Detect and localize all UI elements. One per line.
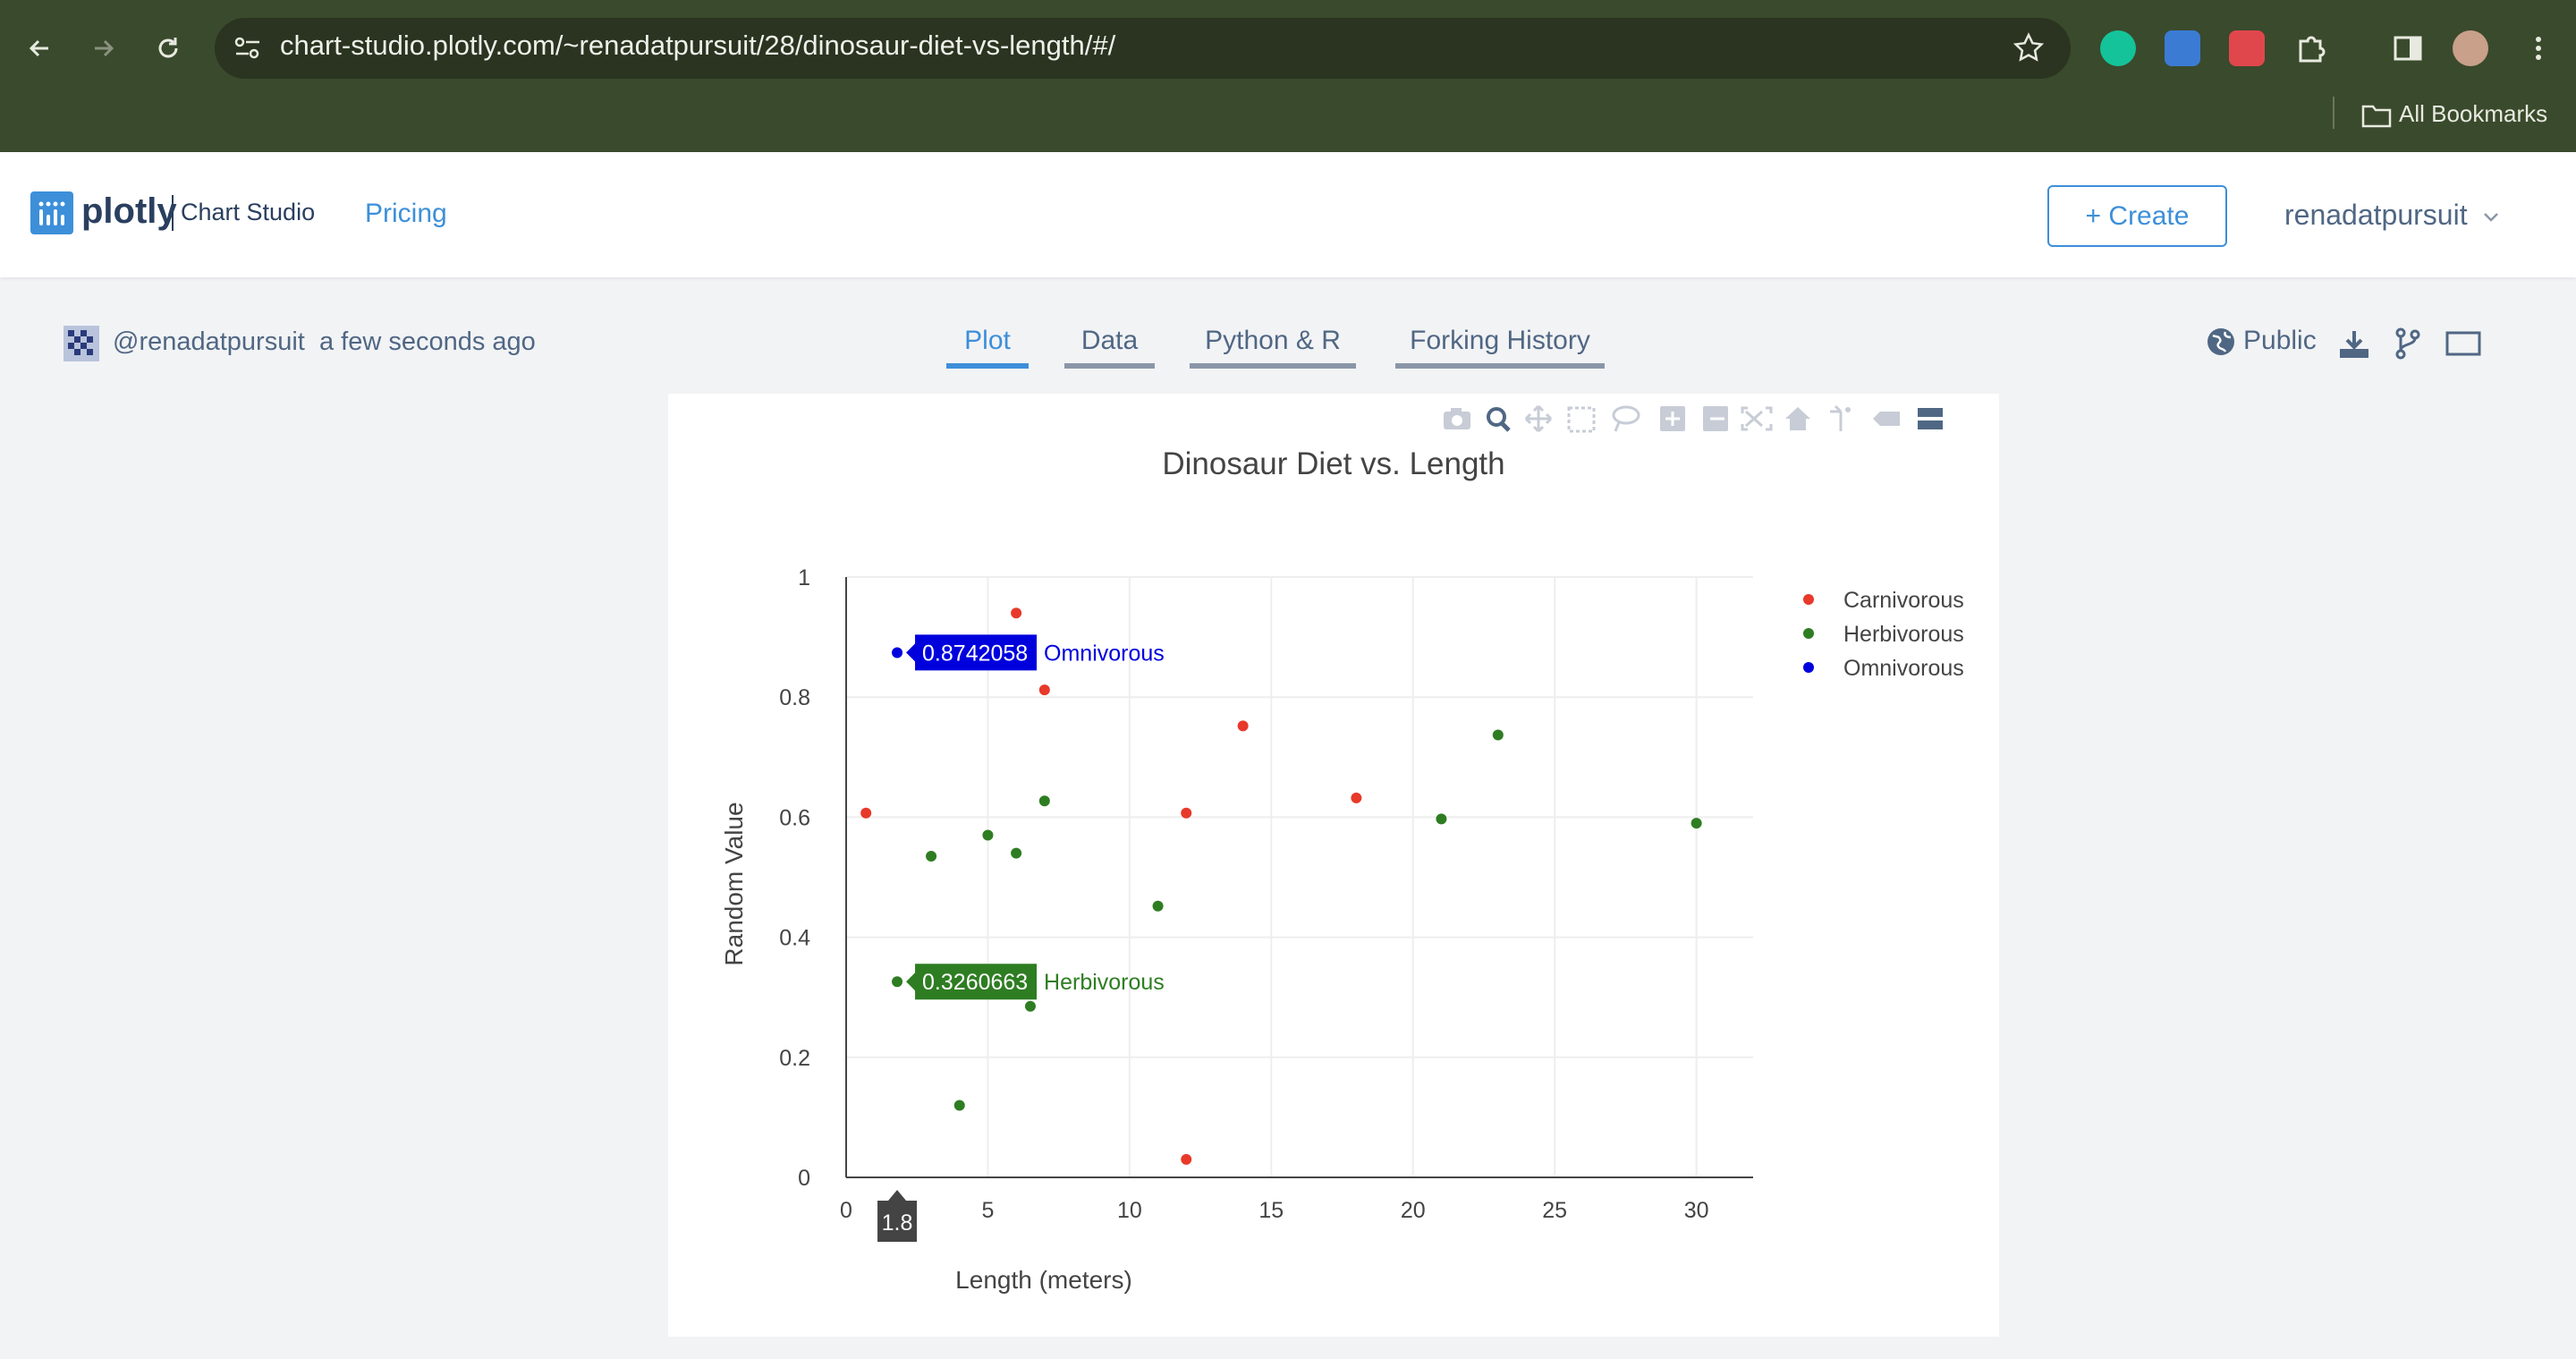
hover-value: 0.8742058 bbox=[922, 641, 1028, 666]
scatter-chart: Dinosaur Diet vs. Length 0 5 10 15 20 25 30 0 0.… bbox=[720, 446, 1964, 1294]
grammarly-icon[interactable] bbox=[2100, 30, 2136, 66]
legend-label-omnivorous: Omnivorous bbox=[1843, 656, 1964, 681]
data-point-carnivorous bbox=[1181, 807, 1192, 819]
hover-series-name: Herbivorous bbox=[1044, 970, 1165, 995]
more-vertical-icon[interactable] bbox=[2521, 30, 2556, 66]
data-point-herbivorous bbox=[1492, 729, 1504, 741]
y-tick-label: 0.6 bbox=[779, 805, 810, 830]
user-menu[interactable]: renadatpursuit bbox=[2284, 199, 2500, 232]
legend-label-carnivorous: Carnivorous bbox=[1843, 588, 1964, 613]
hover-x-value: 1.8 bbox=[882, 1210, 913, 1236]
data-point-omnivorous bbox=[892, 647, 903, 658]
folder-icon bbox=[2361, 105, 2392, 128]
y-tick-label: 0.2 bbox=[779, 1046, 810, 1071]
toolbar-divider bbox=[2333, 97, 2334, 129]
y-tick-label: 0 bbox=[798, 1166, 810, 1191]
reload-icon[interactable] bbox=[140, 20, 197, 77]
legend-marker-herbivorous bbox=[1803, 628, 1814, 639]
visibility-toggle[interactable]: Public bbox=[2206, 326, 2317, 357]
data-point-carnivorous bbox=[1038, 684, 1050, 696]
download-icon[interactable] bbox=[2336, 326, 2372, 361]
x-axis-title: Length (meters) bbox=[955, 1266, 1132, 1294]
data-point-herbivorous bbox=[1152, 900, 1164, 912]
plotly-logo-icon[interactable] bbox=[30, 191, 73, 234]
x-tick-label: 20 bbox=[1401, 1198, 1426, 1223]
site-header: plotly Chart Studio Pricing + Create ren… bbox=[0, 152, 2576, 277]
data-point-herbivorous bbox=[1436, 813, 1447, 825]
tab-python-r[interactable]: Python & R bbox=[1190, 326, 1356, 369]
author-handle[interactable]: @renadatpursuit bbox=[113, 327, 305, 356]
data-point-carnivorous bbox=[860, 807, 872, 819]
extension-icon[interactable] bbox=[2165, 30, 2200, 66]
x-tick-label: 0 bbox=[840, 1198, 852, 1223]
timestamp: a few seconds ago bbox=[318, 327, 536, 356]
legend-marker-carnivorous bbox=[1803, 594, 1814, 605]
data-point-herbivorous bbox=[982, 829, 994, 841]
data-point-herbivorous bbox=[1024, 1000, 1036, 1012]
data-point-herbivorous bbox=[1038, 795, 1050, 807]
pricing-link[interactable]: Pricing bbox=[365, 199, 447, 229]
data-point-carnivorous bbox=[1181, 1153, 1192, 1165]
data-point-carnivorous bbox=[1011, 607, 1022, 619]
legend-label-herbivorous: Herbivorous bbox=[1843, 622, 1964, 647]
site-settings-icon[interactable] bbox=[233, 34, 263, 63]
tab-data[interactable]: Data bbox=[1064, 326, 1155, 369]
data-point-carnivorous bbox=[1351, 792, 1362, 803]
hover-labels: 0.8742058 Omnivorous 0.3260663 Herbivorous 1… bbox=[877, 634, 1165, 1242]
profile-avatar-icon[interactable] bbox=[2453, 30, 2488, 66]
y-tick-label: 1 bbox=[798, 565, 810, 590]
logo-divider bbox=[172, 195, 174, 231]
chart-title: Dinosaur Diet vs. Length bbox=[1162, 446, 1504, 481]
url-text: chart-studio.plotly.com/~renadatpursuit/… bbox=[280, 30, 1116, 61]
y-axis-title: Random Value bbox=[720, 802, 748, 965]
x-tick-label: 5 bbox=[981, 1198, 994, 1223]
forward-arrow-icon[interactable] bbox=[75, 20, 132, 77]
x-tick-label: 30 bbox=[1684, 1198, 1709, 1223]
all-bookmarks[interactable]: All Bookmarks bbox=[2361, 100, 2547, 128]
x-tick-label: 25 bbox=[1542, 1198, 1567, 1223]
fork-icon[interactable] bbox=[2390, 326, 2426, 361]
extension-icon[interactable] bbox=[2229, 30, 2265, 66]
logo-subtitle[interactable]: Chart Studio bbox=[181, 199, 315, 226]
logo-word[interactable]: plotly bbox=[81, 191, 177, 232]
hover-value: 0.3260663 bbox=[922, 970, 1028, 995]
tab-plot[interactable]: Plot bbox=[946, 326, 1029, 369]
legend-marker-omnivorous bbox=[1803, 662, 1814, 673]
x-tick-label: 15 bbox=[1258, 1198, 1284, 1223]
fullscreen-icon[interactable] bbox=[2444, 326, 2483, 361]
x-tick-label: 10 bbox=[1117, 1198, 1142, 1223]
create-button[interactable]: + Create bbox=[2047, 185, 2227, 247]
author-line: @renadatpursuit a few seconds ago bbox=[113, 327, 536, 357]
back-arrow-icon[interactable] bbox=[11, 20, 68, 77]
globe-icon bbox=[2207, 328, 2234, 356]
y-tick-label: 0.4 bbox=[779, 926, 810, 951]
data-points bbox=[860, 607, 1702, 1165]
author-avatar[interactable] bbox=[64, 326, 99, 361]
data-point-herbivorous bbox=[892, 976, 903, 988]
data-point-herbivorous bbox=[1690, 818, 1702, 829]
puzzle-icon[interactable] bbox=[2293, 30, 2329, 66]
data-point-herbivorous bbox=[926, 851, 937, 862]
tab-forking-history[interactable]: Forking History bbox=[1395, 326, 1605, 369]
hover-series-name: Omnivorous bbox=[1044, 641, 1165, 666]
legend: Carnivorous Herbivorous Omnivorous bbox=[1803, 588, 1964, 681]
chevron-down-icon bbox=[2484, 212, 2499, 222]
data-point-herbivorous bbox=[1011, 847, 1022, 859]
data-point-carnivorous bbox=[1237, 720, 1249, 732]
y-tick-label: 0.8 bbox=[779, 685, 810, 710]
browser-toolbar: chart-studio.plotly.com/~renadatpursuit/… bbox=[0, 0, 2576, 152]
visibility-label: Public bbox=[2243, 326, 2317, 355]
sidepanel-icon[interactable] bbox=[2390, 30, 2426, 66]
data-point-herbivorous bbox=[953, 1100, 965, 1111]
bookmark-star-icon[interactable] bbox=[2012, 32, 2045, 64]
all-bookmarks-label: All Bookmarks bbox=[2399, 100, 2548, 127]
user-name: renadatpursuit bbox=[2284, 199, 2468, 231]
